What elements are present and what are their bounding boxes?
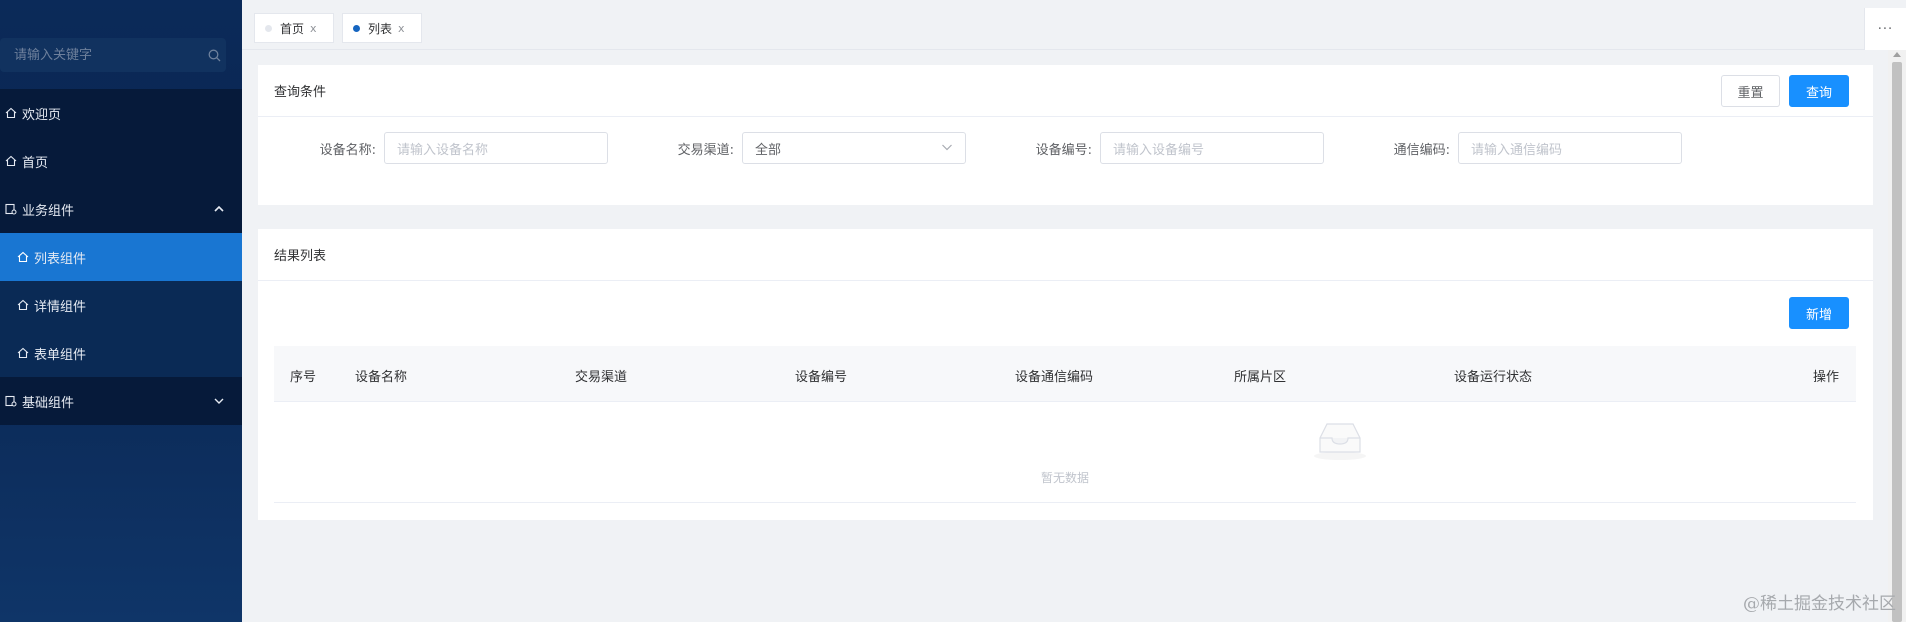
empty-text: 暂无数据 [1040,471,1089,485]
comm-code-input[interactable]: 请输入通信编码 [1458,132,1682,164]
sidebar-item-label: 首页 [22,155,49,171]
results-panel-header: 结果列表 [258,229,1873,281]
column-header: 交易渠道 [575,370,628,385]
add-button[interactable]: 新增 [1789,297,1849,329]
table-empty-state: 暂无数据 [274,402,1856,503]
close-icon[interactable]: x [398,22,405,35]
tab-status-dot [265,24,272,32]
chevron-down-icon [941,141,953,157]
field-device-name: 设备名称: 请输入设备名称 [300,132,608,164]
sidebar-item-detail-component[interactable]: 详情组件 [0,281,242,329]
more-tabs-button[interactable]: ··· [1864,8,1906,50]
sidebar-item-label: 业务组件 [22,203,75,219]
column-header: 设备名称 [355,370,408,385]
sidebar-item-home[interactable]: 首页 [0,137,242,185]
close-icon[interactable]: x [310,22,317,35]
chevron-up-icon [214,204,224,215]
device-number-input[interactable]: 请输入设备编号 [1100,132,1324,164]
field-device-number: 设备编号: 请输入设备编号 [1016,132,1324,164]
chevron-down-icon [214,396,224,407]
sidebar-item-form-component[interactable]: 表单组件 [0,329,242,377]
sidebar-search-input[interactable] [0,38,202,72]
tabs-bar: 首页 x 列表 x [242,8,1864,50]
sidebar-search [0,38,226,72]
column-header: 所属片区 [1234,370,1287,385]
field-label: 通信编码: [1393,142,1450,158]
channel-select-value: 全部 [755,142,782,158]
field-label: 设备名称: [319,142,376,158]
sidebar-item-label: 详情组件 [34,299,87,315]
field-label: 设备编号: [1035,142,1092,158]
column-header: 操作 [1813,370,1840,385]
home-icon [0,155,22,167]
sidebar-item-label: 欢迎页 [22,107,62,123]
results-panel-title: 结果列表 [274,249,327,264]
sidebar-item-list-component[interactable]: 列表组件 [0,233,242,281]
search-icon[interactable] [202,49,226,62]
sidebar: 欢迎页 首页 业务组件 [0,0,242,622]
sidebar-menu: 欢迎页 首页 业务组件 列表组件 详情组件 表单组件 基础组件 [0,89,242,425]
empty-inbox-icon [1312,418,1368,466]
scrollbar-thumb[interactable] [1892,62,1902,622]
sidebar-item-label: 列表组件 [34,251,87,267]
reset-button[interactable]: 重置 [1721,75,1780,107]
tab-label: 列表 [368,21,393,36]
home-icon [12,347,34,359]
field-label: 交易渠道: [677,142,734,158]
watermark: @稀土掘金技术社区 [1743,594,1896,614]
sidebar-item-business-components[interactable]: 业务组件 [0,185,242,233]
device-name-input[interactable]: 请输入设备名称 [384,132,608,164]
sidebar-item-label: 表单组件 [34,347,87,363]
home-icon [12,251,34,263]
sidebar-item-label: 基础组件 [22,395,75,411]
sidebar-item-basic-components[interactable]: 基础组件 [0,377,242,425]
menu-block: 欢迎页 首页 业务组件 [0,89,242,233]
field-comm-code: 通信编码: 请输入通信编码 [1374,132,1682,164]
menu-block: 基础组件 [0,377,242,425]
submenu-business: 列表组件 详情组件 表单组件 [0,233,242,377]
query-panel-title: 查询条件 [274,85,327,100]
home-icon [0,107,22,119]
search-button[interactable]: 查询 [1789,75,1849,107]
column-header: 序号 [290,370,317,385]
page-scrollbar[interactable] [1888,50,1906,622]
channel-select[interactable]: 全部 [742,132,966,164]
tab-home[interactable]: 首页 x [254,13,334,43]
home-icon [12,299,34,311]
tab-status-dot [353,24,360,32]
tab-list[interactable]: 列表 x [342,13,422,43]
tab-label: 首页 [280,21,305,36]
component-icon [0,203,22,215]
scroll-up-arrow-icon[interactable] [1893,52,1901,57]
component-icon [0,395,22,407]
more-icon: ··· [1877,21,1894,37]
table-header: 序号 设备名称 交易渠道 设备编号 设备通信编码 所属片区 设备运行状态 操作 [274,346,1856,402]
column-header: 设备运行状态 [1454,370,1533,385]
query-panel-header: 查询条件 [258,65,1873,117]
column-header: 设备编号 [795,370,848,385]
sidebar-item-welcome[interactable]: 欢迎页 [0,89,242,137]
column-header: 设备通信编码 [1015,370,1094,385]
field-channel: 交易渠道: 全部 [658,132,966,164]
